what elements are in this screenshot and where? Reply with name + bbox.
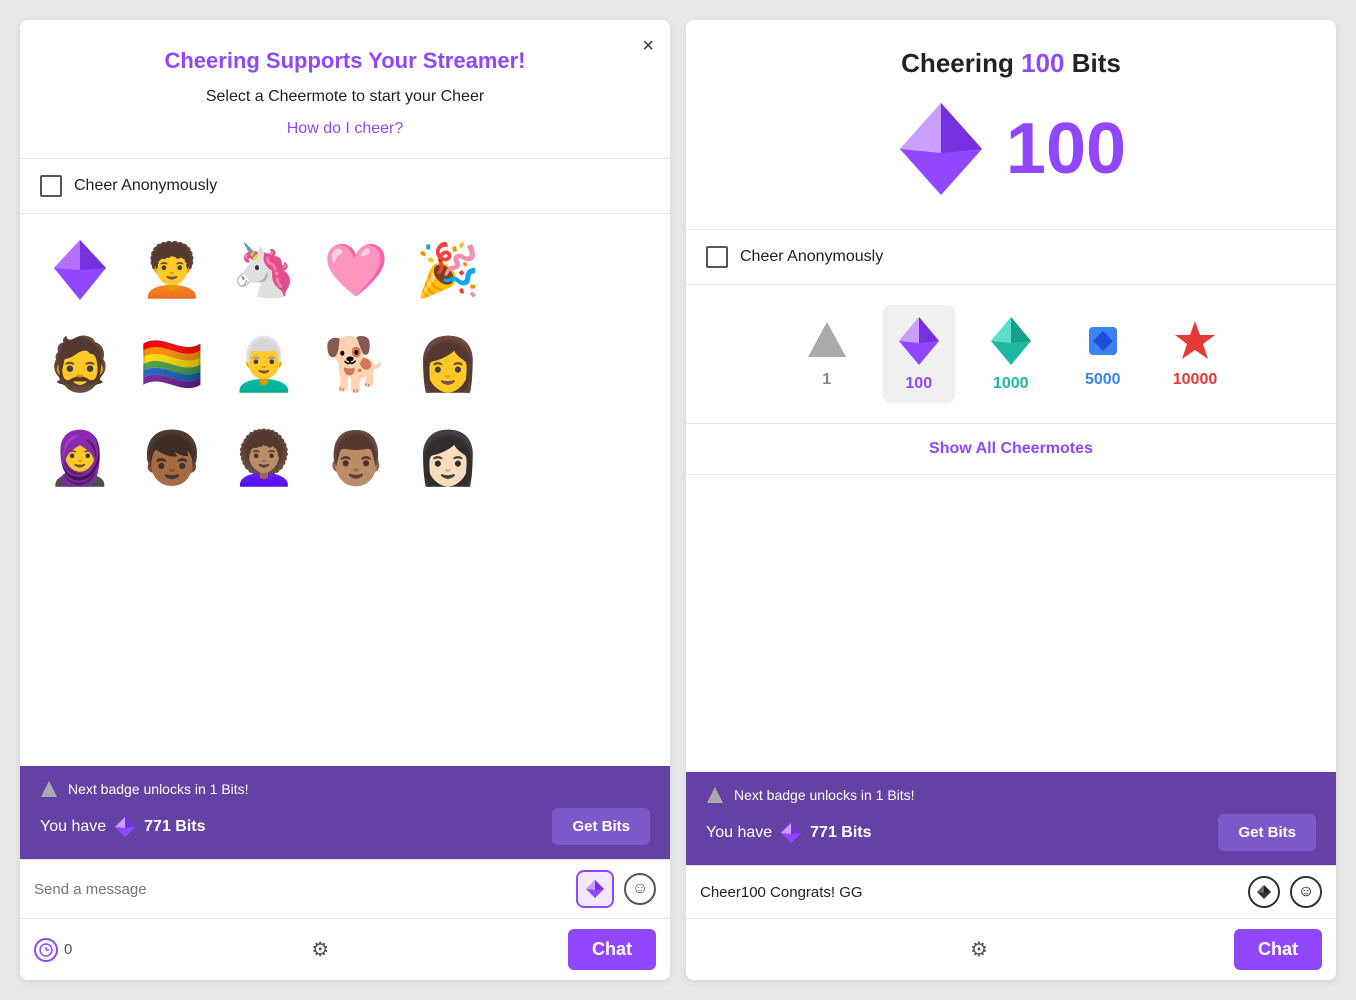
emoji-icon-right: ☺ [1298, 883, 1314, 901]
cheer-anon-checkbox-right[interactable] [706, 246, 728, 268]
show-cheermotes-link[interactable]: Show All Cheermotes [686, 424, 1336, 475]
you-have-label-left: You have [40, 818, 106, 836]
cheer-anon-label-left: Cheer Anonymously [74, 177, 217, 195]
cheering-title-bits: Bits [1072, 48, 1121, 78]
bits-amount-right: 771 Bits [810, 824, 871, 842]
cheermote-face5[interactable]: 🧕 [40, 418, 120, 498]
bits-bar-top-left: Next badge unlocks in 1 Bits! [40, 780, 650, 798]
message-input-left[interactable] [34, 881, 566, 898]
bits-bar-top-right: Next badge unlocks in 1 Bits! [706, 786, 1316, 804]
you-have-left: You have 771 Bits [40, 816, 206, 838]
cheermote-gem[interactable] [40, 230, 120, 310]
chat-action-bar-left: 0 ⚙ Chat [20, 918, 670, 980]
cheermote-party[interactable]: 🎉 [408, 230, 488, 310]
cheermote-dog[interactable]: 🐕 [316, 324, 396, 404]
bits-bar-right: Next badge unlocks in 1 Bits! You have 7… [686, 772, 1336, 865]
tier-5000[interactable]: 5000 [1067, 309, 1139, 399]
right-panel-header: Cheering 100 Bits 100 [686, 20, 1336, 230]
big-gem-icon [896, 99, 986, 199]
clock-count-left: 0 [64, 941, 72, 958]
big-gem-area: 100 [710, 99, 1312, 199]
emoji-btn-right[interactable]: ☺ [1290, 876, 1322, 908]
bits-gem-right [780, 822, 802, 844]
cheermote-face6[interactable]: 👦🏾 [132, 418, 212, 498]
cheermote-heart[interactable]: 🩷 [316, 230, 396, 310]
close-button[interactable]: × [642, 36, 654, 56]
cheer-anon-row-right: Cheer Anonymously [686, 230, 1336, 285]
message-input-right[interactable] [700, 884, 1238, 901]
next-badge-text-left: Next badge unlocks in 1 Bits! [68, 781, 249, 797]
cheer-anon-checkbox-left[interactable] [40, 175, 62, 197]
tier-100[interactable]: 100 [883, 305, 955, 403]
left-panel-header: × Cheering Supports Your Streamer! Selec… [20, 20, 670, 159]
cheermotes-grid-left: 🧑‍🦱 🦄 🩷 🎉 🧔 🏳️‍🌈 [20, 214, 670, 766]
you-have-label-right: You have [706, 824, 772, 842]
flex-spacer-right [686, 475, 1336, 772]
message-bar-left: ☺ [20, 859, 670, 918]
tier-1000-label: 1000 [993, 375, 1029, 393]
tier-10000-label: 10000 [1173, 371, 1218, 389]
bits-diamond-btn-right[interactable] [1248, 876, 1280, 908]
how-cheer-link[interactable]: How do I cheer? [287, 120, 404, 137]
big-number-display: 100 [1006, 108, 1126, 190]
cheer-anon-row-left: Cheer Anonymously [20, 159, 670, 214]
cheermote-face4[interactable]: 👩 [408, 324, 488, 404]
chat-button-left[interactable]: Chat [568, 929, 656, 970]
tier-10000[interactable]: 10000 [1159, 309, 1232, 399]
left-panel: × Cheering Supports Your Streamer! Selec… [20, 20, 670, 980]
bits-bar-bottom-left: You have 771 Bits Get Bits [40, 808, 650, 845]
cheering-title-plain: Cheering [901, 48, 1014, 78]
chat-button-right[interactable]: Chat [1234, 929, 1322, 970]
bits-amount-left: 771 Bits [144, 818, 205, 836]
emoji-button-left[interactable]: ☺ [624, 873, 656, 905]
bits-gem-left [114, 816, 136, 838]
tier-1-label: 1 [822, 371, 831, 389]
left-panel-title: Cheering Supports Your Streamer! [44, 48, 646, 74]
tier-1[interactable]: 1 [791, 309, 863, 399]
settings-icon-left[interactable]: ⚙ [311, 937, 329, 962]
you-have-right: You have 771 Bits [706, 822, 872, 844]
next-badge-text-right: Next badge unlocks in 1 Bits! [734, 787, 915, 803]
cheermote-face1[interactable]: 🧑‍🦱 [132, 230, 212, 310]
bits-icon-button-left[interactable] [576, 870, 614, 908]
cheermote-face7[interactable]: 👩🏽‍🦱 [224, 418, 304, 498]
bits-bar-bottom-right: You have 771 Bits Get Bits [706, 814, 1316, 851]
clock-badge-left: 0 [34, 938, 72, 962]
cheering-title-right: Cheering 100 Bits [710, 48, 1312, 79]
cheermotes-row-2: 🧔 🏳️‍🌈 👨‍🦳 🐕 👩 [40, 324, 650, 404]
emoji-icon-left: ☺ [632, 880, 648, 898]
message-bar-right: ☺ [686, 865, 1336, 918]
panels-container: × Cheering Supports Your Streamer! Selec… [0, 0, 1356, 1000]
chat-action-bar-right: ⚙ Chat [686, 918, 1336, 980]
message-icons-right: ☺ [1248, 876, 1322, 908]
cheering-title-number: 100 [1021, 48, 1064, 78]
cheermote-rainbow[interactable]: 🏳️‍🌈 [132, 324, 212, 404]
get-bits-button-left[interactable]: Get Bits [552, 808, 650, 845]
cheermotes-row-1: 🧑‍🦱 🦄 🩷 🎉 [40, 230, 650, 310]
clock-icon-left [34, 938, 58, 962]
right-panel: Cheering 100 Bits 100 Cheer Anonymously [686, 20, 1336, 980]
tier-1000[interactable]: 1000 [975, 305, 1047, 403]
get-bits-button-right[interactable]: Get Bits [1218, 814, 1316, 851]
tier-100-label: 100 [905, 375, 932, 393]
tier-5000-label: 5000 [1085, 371, 1121, 389]
cheermote-face2[interactable]: 🧔 [40, 324, 120, 404]
settings-icon-right[interactable]: ⚙ [970, 937, 988, 962]
cheermote-tiers: 1 100 1000 [686, 285, 1336, 424]
bits-bar-left: Next badge unlocks in 1 Bits! You have 7… [20, 766, 670, 859]
cheermote-unicorn[interactable]: 🦄 [224, 230, 304, 310]
left-panel-subtitle: Select a Cheermote to start your Cheer [44, 88, 646, 106]
cheermotes-row-3: 🧕 👦🏾 👩🏽‍🦱 👨🏽 👩🏻 [40, 418, 650, 498]
cheermote-face8[interactable]: 👨🏽 [316, 418, 396, 498]
cheermote-face3[interactable]: 👨‍🦳 [224, 324, 304, 404]
cheer-anon-label-right: Cheer Anonymously [740, 248, 883, 266]
cheermote-face9[interactable]: 👩🏻 [408, 418, 488, 498]
